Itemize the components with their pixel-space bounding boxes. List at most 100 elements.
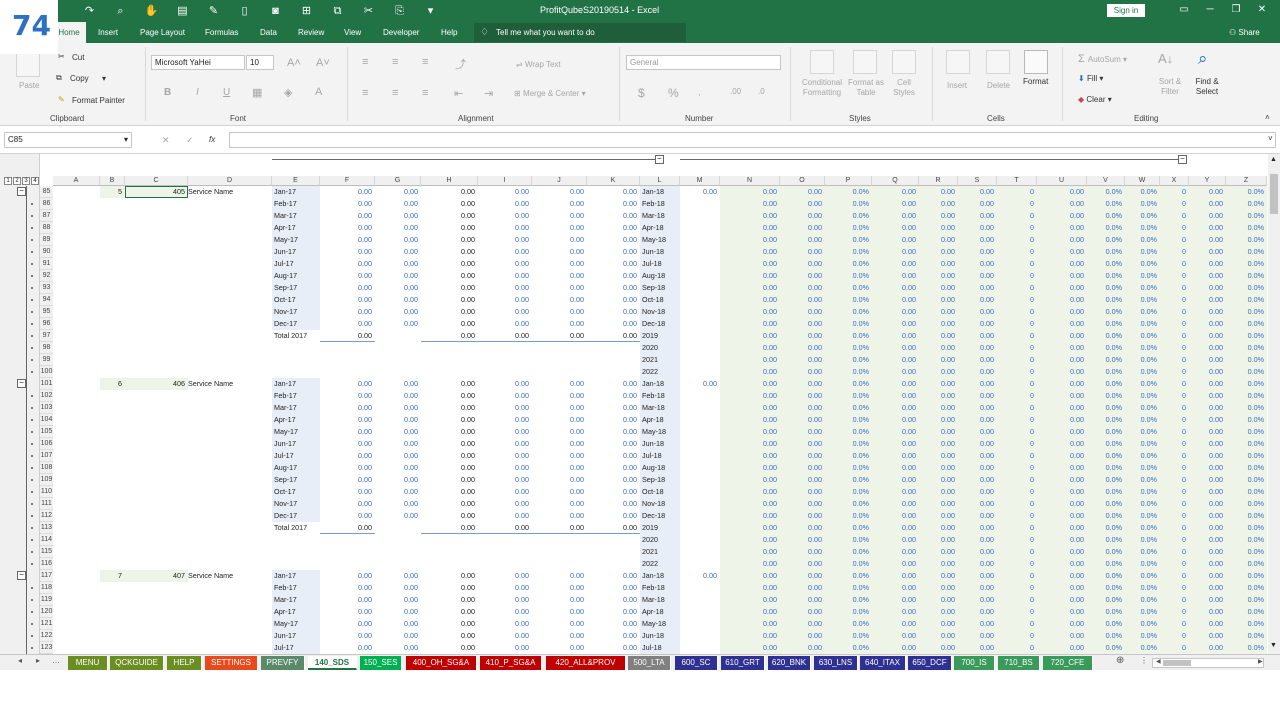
cell-K[interactable]: 0.00	[587, 210, 640, 222]
row-header[interactable]: 92	[40, 270, 53, 282]
cell-O[interactable]: 0.00	[780, 582, 825, 594]
cell-U[interactable]: 0.00	[1037, 354, 1087, 366]
cell-X[interactable]: 0	[1160, 510, 1189, 522]
row-header[interactable]: 93	[40, 282, 53, 294]
cell-G[interactable]: 0.00	[375, 390, 421, 402]
column-collapse-button-2[interactable]: −	[1178, 155, 1187, 164]
cell-Q[interactable]: 0.00	[872, 186, 919, 198]
sheet-tab-600-sc[interactable]: 600_SC	[675, 656, 718, 670]
autosum-button[interactable]: Σ AutoSum ▾	[1078, 53, 1127, 65]
column-header-U[interactable]: U	[1037, 176, 1087, 186]
cell-Y[interactable]: 0.00	[1189, 222, 1226, 234]
cell-R[interactable]: 0.00	[919, 366, 958, 378]
cell-O[interactable]: 0.00	[780, 258, 825, 270]
cell-U[interactable]: 0.00	[1037, 642, 1087, 654]
form-icon[interactable]: ▤	[167, 2, 198, 20]
cell-R[interactable]: 0.00	[919, 246, 958, 258]
scroll-thumb[interactable]	[1270, 174, 1278, 214]
cut-icon[interactable]: ✂	[58, 52, 65, 61]
cell-Q[interactable]: 0.00	[872, 402, 919, 414]
cell-O[interactable]: 0.00	[780, 594, 825, 606]
cell-Z[interactable]: 0.0%	[1226, 222, 1267, 234]
cell-styles-icon[interactable]	[892, 50, 916, 74]
expand-formula-icon[interactable]: ˅	[1268, 134, 1273, 143]
cell-Y[interactable]: 0.00	[1189, 522, 1226, 534]
format-cells-icon[interactable]	[1024, 50, 1048, 74]
decrease-decimal-icon[interactable]: .0	[758, 87, 765, 96]
cell-X[interactable]: 0	[1160, 210, 1189, 222]
cell-G[interactable]: 0.00	[375, 450, 421, 462]
cell-V[interactable]: 0.0%	[1087, 366, 1125, 378]
cell-P[interactable]: 0.0%	[825, 270, 872, 282]
cell-F[interactable]: 0.00	[320, 582, 375, 594]
cell-K[interactable]: 0.00	[587, 606, 640, 618]
sheet-tab-420-all-prov[interactable]: 420_ALL&PROV	[546, 656, 626, 670]
cell-T[interactable]: 0	[997, 606, 1037, 618]
cell-V[interactable]: 0.0%	[1087, 270, 1125, 282]
cell-V[interactable]: 0.0%	[1087, 462, 1125, 474]
cell-P[interactable]: 0.0%	[825, 258, 872, 270]
name-box-dropdown-icon[interactable]: ▾	[124, 133, 128, 147]
cell-N[interactable]: 0.00	[720, 258, 780, 270]
cell-L[interactable]: Sep-18	[640, 282, 680, 294]
cell-B[interactable]: 7	[100, 570, 125, 582]
cell-Z[interactable]: 0.0%	[1226, 354, 1267, 366]
cell-J[interactable]: 0.00	[532, 570, 587, 582]
cell-R[interactable]: 0.00	[919, 450, 958, 462]
cell-Q[interactable]: 0.00	[872, 246, 919, 258]
cell-E[interactable]: May-17	[272, 426, 320, 438]
cell-J[interactable]: 0.00	[532, 522, 587, 534]
cell-E[interactable]: Nov-17	[272, 498, 320, 510]
cell-E[interactable]: Jan-17	[272, 378, 320, 390]
cell-F[interactable]: 0.00	[320, 510, 375, 522]
row-header[interactable]: 102	[40, 390, 53, 402]
cell-V[interactable]: 0.0%	[1087, 282, 1125, 294]
cell-W[interactable]: 0.0%	[1125, 210, 1160, 222]
cell-U[interactable]: 0.00	[1037, 390, 1087, 402]
cell-X[interactable]: 0	[1160, 342, 1189, 354]
cell-F[interactable]: 0.00	[320, 270, 375, 282]
row-header[interactable]: 116	[40, 558, 53, 570]
cell-H[interactable]: 0.00	[421, 198, 478, 210]
row-header[interactable]: 104	[40, 414, 53, 426]
insert-button[interactable]: Insert	[947, 81, 967, 90]
cell-R[interactable]: 0.00	[919, 570, 958, 582]
cell-styles-button[interactable]: Cell Styles	[888, 78, 920, 98]
cell-N[interactable]: 0.00	[720, 606, 780, 618]
cell-T[interactable]: 0	[997, 234, 1037, 246]
cell-S[interactable]: 0.00	[958, 534, 997, 546]
copy-icon[interactable]: ⧉	[56, 73, 62, 83]
cell-W[interactable]: 0.0%	[1125, 306, 1160, 318]
cell-Z[interactable]: 0.0%	[1226, 498, 1267, 510]
cell-S[interactable]: 0.00	[958, 186, 997, 198]
cell-H[interactable]: 0.00	[421, 306, 478, 318]
horizontal-scrollbar[interactable]	[1152, 658, 1264, 668]
cell-P[interactable]: 0.0%	[825, 342, 872, 354]
cell-O[interactable]: 0.00	[780, 198, 825, 210]
cell-P[interactable]: 0.0%	[825, 474, 872, 486]
column-header-G[interactable]: G	[375, 176, 421, 186]
cell-W[interactable]: 0.0%	[1125, 630, 1160, 642]
cell-R[interactable]: 0.00	[919, 354, 958, 366]
cell-Y[interactable]: 0.00	[1189, 558, 1226, 570]
cell-S[interactable]: 0.00	[958, 474, 997, 486]
cell-Y[interactable]: 0.00	[1189, 426, 1226, 438]
cell-Z[interactable]: 0.0%	[1226, 606, 1267, 618]
cell-K[interactable]: 0.00	[587, 258, 640, 270]
row-collapse-button[interactable]: −	[17, 187, 26, 196]
cell-I[interactable]: 0.00	[478, 378, 532, 390]
cell-F[interactable]: 0.00	[320, 474, 375, 486]
cell-E[interactable]: Aug-17	[272, 270, 320, 282]
cell-Y[interactable]: 0.00	[1189, 270, 1226, 282]
cell-S[interactable]: 0.00	[958, 618, 997, 630]
cell-G[interactable]: 0.00	[375, 186, 421, 198]
cell-Q[interactable]: 0.00	[872, 546, 919, 558]
cell-Y[interactable]: 0.00	[1189, 354, 1226, 366]
cell-N[interactable]: 0.00	[720, 318, 780, 330]
cell-Y[interactable]: 0.00	[1189, 342, 1226, 354]
sort-filter-button[interactable]: Sort & Filter	[1156, 77, 1184, 97]
tab-view[interactable]: View	[344, 22, 361, 43]
cell-R[interactable]: 0.00	[919, 438, 958, 450]
vertical-scrollbar[interactable]: ▲ ▼	[1268, 154, 1280, 654]
cell-G[interactable]: 0.00	[375, 270, 421, 282]
